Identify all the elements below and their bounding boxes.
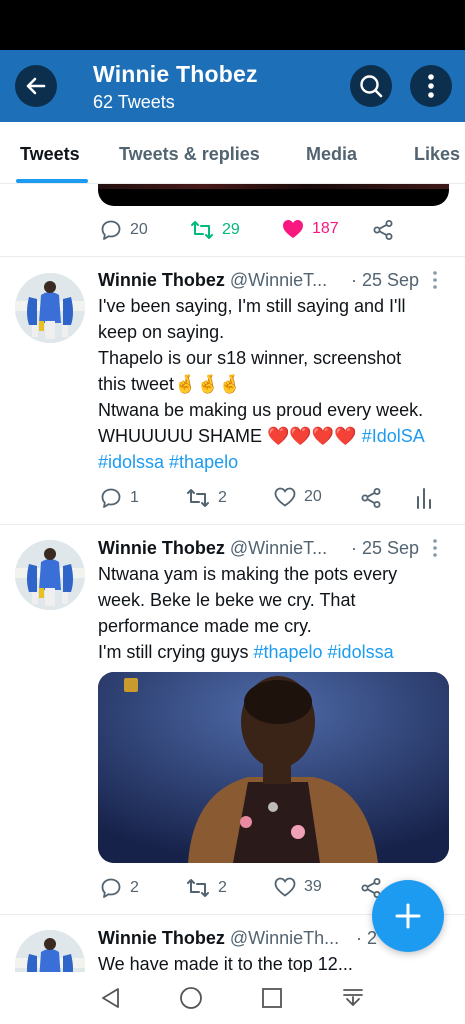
share-button[interactable] (372, 219, 394, 241)
tweet-date[interactable]: · 25 Sep (351, 538, 419, 559)
nav-recents-icon (262, 988, 282, 1008)
hashtag-link[interactable]: #IdolSA (362, 426, 425, 446)
like-button[interactable]: 187 (282, 219, 339, 239)
share-button[interactable] (360, 487, 382, 509)
tweet-divider (0, 524, 465, 525)
tweet-more-button[interactable] (431, 538, 439, 563)
status-bar (0, 0, 465, 50)
like-button[interactable]: 39 (274, 877, 322, 897)
arrow-left-icon (26, 77, 46, 95)
more-vertical-icon (428, 74, 434, 98)
reply-count: 2 (130, 879, 139, 896)
nav-home-icon (180, 987, 202, 1009)
like-count: 187 (312, 220, 339, 237)
author-handle[interactable]: @WinnieT... (230, 270, 327, 290)
tweet-header: Winnie Thobez @WinnieTh... · 2 (98, 928, 377, 949)
tweet-media-partial[interactable] (98, 184, 449, 206)
like-count: 20 (304, 488, 322, 505)
share-icon (361, 488, 381, 508)
more-options-button[interactable] (410, 65, 452, 107)
emoji: ❤️❤️❤️❤️ (267, 426, 357, 446)
tab-media[interactable]: Media (306, 144, 357, 165)
nav-back-icon (102, 988, 119, 1008)
heart-icon (274, 487, 296, 507)
reply-count: 20 (130, 221, 148, 238)
retweet-count: 29 (222, 221, 240, 238)
tweet-actions: 1 2 20 (100, 487, 440, 511)
profile-header: Winnie Thobez 62 Tweets (0, 50, 465, 122)
tweet-date[interactable]: · 25 Sep (351, 270, 419, 291)
more-vertical-icon (433, 271, 437, 289)
tab-tweets[interactable]: Tweets (20, 144, 80, 165)
tweet-media-image[interactable] (98, 672, 449, 863)
tab-tweets-and-replies[interactable]: Tweets & replies (119, 144, 260, 165)
nav-back-button[interactable] (99, 986, 123, 1010)
emoji: 🤞🤞🤞 (174, 374, 242, 394)
reply-button[interactable]: 2 (100, 877, 139, 899)
tweet-divider (0, 256, 465, 257)
analytics-icon (417, 488, 431, 509)
nav-menu-button[interactable] (341, 986, 365, 1010)
back-button[interactable] (15, 65, 57, 107)
heart-icon (274, 877, 296, 897)
reply-icon (101, 488, 121, 508)
hashtag-link[interactable]: #idolssa #thapelo (98, 449, 453, 475)
reply-count: 1 (130, 489, 139, 506)
profile-tabs: Tweets Tweets & replies Media Likes (0, 122, 465, 184)
retweet-button[interactable]: 29 (190, 219, 240, 241)
retweet-count: 2 (218, 879, 227, 896)
tweet-actions: 20 29 187 (100, 219, 440, 243)
nav-recents-button[interactable] (260, 986, 284, 1010)
tweet-text: Ntwana yam is making the pots every week… (98, 564, 398, 662)
retweet-icon (191, 221, 213, 239)
heart-icon (283, 220, 303, 238)
search-button[interactable] (350, 65, 392, 107)
nav-menu-icon (343, 989, 363, 1006)
plus-icon (395, 903, 421, 929)
avatar[interactable] (15, 540, 85, 610)
reply-icon (101, 878, 121, 898)
retweet-button[interactable]: 2 (186, 487, 227, 509)
tweet-date[interactable]: · 2 (356, 928, 377, 949)
tweet-count: 62 Tweets (93, 92, 175, 112)
author-name[interactable]: Winnie Thobez (98, 270, 225, 290)
tab-likes[interactable]: Likes (414, 144, 460, 165)
tweet-text: I've been saying, I'm still saying and I… (98, 293, 453, 475)
like-button[interactable]: 20 (274, 487, 322, 507)
search-icon (360, 75, 383, 98)
author-handle[interactable]: @WinnieT... (230, 538, 327, 558)
analytics-button[interactable] (415, 487, 433, 509)
retweet-icon (187, 879, 209, 897)
retweet-button[interactable]: 2 (186, 877, 227, 899)
tweet-header: Winnie Thobez @WinnieT... · 25 Sep (98, 538, 419, 559)
reply-button[interactable]: 1 (100, 487, 139, 509)
retweet-count: 2 (218, 489, 227, 506)
author-handle[interactable]: @WinnieTh... (230, 928, 339, 948)
channel-logo (124, 678, 138, 692)
author-name[interactable]: Winnie Thobez (98, 928, 225, 948)
author-name[interactable]: Winnie Thobez (98, 538, 225, 558)
profile-name: Winnie Thobez (93, 61, 258, 87)
share-icon (373, 220, 393, 240)
avatar[interactable] (15, 273, 85, 343)
more-vertical-icon (433, 539, 437, 557)
like-count: 39 (304, 878, 322, 895)
tweet-more-button[interactable] (431, 270, 439, 295)
nav-home-button[interactable] (179, 986, 203, 1010)
compose-tweet-button[interactable] (372, 880, 444, 952)
hashtag-link[interactable]: #thapelo #idolssa (253, 642, 393, 662)
system-nav-bar (0, 972, 465, 1024)
active-tab-indicator (16, 179, 88, 183)
tweet-header: Winnie Thobez @WinnieT... · 25 Sep (98, 270, 419, 291)
reply-button[interactable]: 20 (100, 219, 148, 241)
reply-icon (101, 220, 121, 240)
retweet-icon (187, 489, 209, 507)
